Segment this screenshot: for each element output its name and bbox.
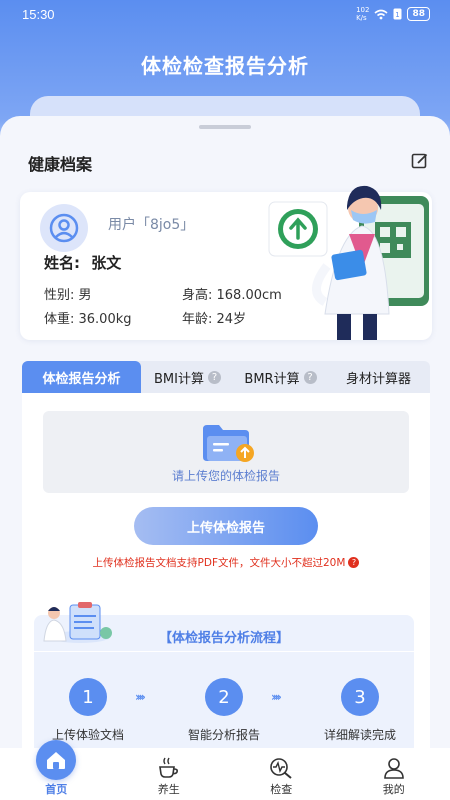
tab-report-analysis[interactable]: 体检报告分析 — [22, 361, 141, 393]
name-value: 张文 — [91, 254, 122, 272]
network-speed: 102 K/s — [356, 6, 370, 22]
svg-text:1: 1 — [396, 11, 400, 19]
tea-cup-icon — [156, 756, 182, 780]
nav-label: 检查 — [270, 783, 293, 796]
step-number: 3 — [341, 678, 379, 716]
edit-icon[interactable] — [411, 152, 429, 170]
tab-bmr[interactable]: BMR计算 ? — [234, 361, 327, 393]
flow-arrow-icon: ›››› — [271, 690, 282, 704]
age-info: 年龄: 24岁 — [182, 312, 247, 327]
drag-handle[interactable] — [199, 125, 251, 129]
search-heart-icon — [268, 756, 294, 780]
page-title: 体检检查报告分析 — [141, 54, 309, 78]
function-tabs: 体检报告分析 BMI计算 ? BMR计算 ? 身材计算器 — [22, 361, 430, 393]
wifi-icon — [374, 9, 388, 19]
profile-card[interactable]: 用户「8jo5」 姓名: 张文 性别: 男 身高: 168.00cm 体重: 3… — [20, 185, 432, 340]
upload-report-button[interactable]: 上传体检报告 — [134, 507, 318, 545]
help-icon[interactable]: ? — [303, 370, 317, 384]
tab-body-calculator[interactable]: 身材计算器 — [327, 361, 430, 393]
user-icon — [381, 756, 407, 780]
tab-label: BMI计算 — [154, 371, 204, 387]
avatar — [40, 204, 88, 252]
report-analysis-panel: 请上传您的体检报告 上传体检报告 上传体检报告文档支持PDF文件，文件大小不超过… — [22, 393, 430, 763]
step-label: 智能分析报告 — [187, 728, 260, 742]
nav-label: 我的 — [382, 783, 405, 796]
name-row: 姓名: 张文 — [44, 252, 121, 273]
step-number: 2 — [205, 678, 243, 716]
bottom-navigation: 首页 养生 检查 我的 — [0, 740, 450, 800]
status-icons: 102 K/s 1 88 — [356, 6, 430, 22]
home-icon — [36, 740, 77, 780]
tab-bmi[interactable]: BMI计算 ? — [141, 361, 234, 393]
help-icon[interactable]: ? — [207, 370, 221, 384]
flow-title: 【体检报告分析流程】 — [158, 631, 289, 646]
upload-note: 上传体检报告文档支持PDF文件，文件大小不超过20M? — [22, 555, 430, 570]
analysis-flow-card: 【体检报告分析流程】 1 ›››› 2 ›››› 3 上传体验文档 智能分析报告… — [34, 602, 414, 755]
nav-mine[interactable]: 我的 — [338, 748, 450, 800]
folder-upload-icon — [203, 425, 254, 462]
gender-info: 性别: 男 — [44, 288, 92, 303]
flow-divider — [34, 651, 414, 652]
battery-indicator: 88 — [407, 7, 430, 21]
main-sheet: 健康档案 用户「8jo5」 姓名: 张文 性别: 男 身高: 168.00cm … — [0, 116, 450, 763]
note-help-icon[interactable]: ? — [348, 557, 360, 568]
step-number: 1 — [69, 678, 107, 716]
upload-dropzone[interactable]: 请上传您的体检报告 — [43, 411, 409, 493]
flow-arrow-icon: ›››› — [135, 690, 146, 704]
weight-info: 体重: 36.00kg — [44, 312, 132, 327]
tab-label: 身材计算器 — [345, 371, 411, 387]
tab-label: BMR计算 — [244, 371, 300, 387]
nav-wellness[interactable]: 养生 — [113, 748, 226, 800]
doctor-illustration — [268, 185, 429, 340]
nav-home[interactable]: 首页 — [0, 740, 113, 800]
step-label: 上传体验文档 — [51, 728, 124, 742]
tab-label: 体检报告分析 — [42, 371, 121, 387]
upload-hint: 请上传您的体检报告 — [171, 469, 280, 483]
upload-note-text: 上传体检报告文档支持PDF文件，文件大小不超过20M — [92, 557, 346, 569]
sim-icon: 1 — [393, 8, 402, 20]
username-label: 用户「8jo5」 — [108, 217, 195, 233]
nav-label: 首页 — [45, 783, 68, 796]
nav-label: 养生 — [157, 783, 180, 796]
step-label: 详细解读完成 — [323, 728, 396, 742]
status-time: 15:30 — [22, 7, 55, 22]
status-bar: 15:30 102 K/s 1 88 — [0, 0, 450, 30]
user-avatar-icon — [49, 213, 79, 243]
nav-check[interactable]: 检查 — [225, 748, 338, 800]
health-record-title: 健康档案 — [28, 155, 93, 174]
name-label: 姓名: — [44, 254, 80, 272]
